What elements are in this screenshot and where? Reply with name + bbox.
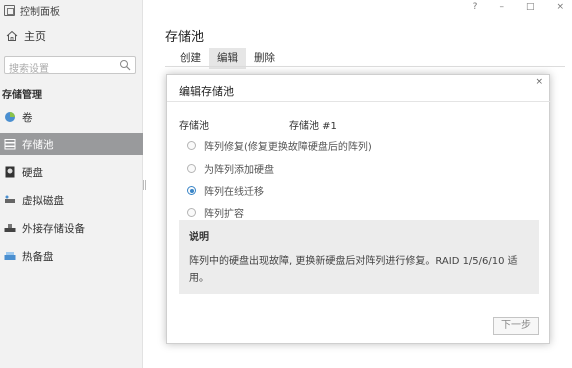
radio-button-checked[interactable] <box>187 186 196 195</box>
home-link[interactable]: 主页 <box>6 28 46 44</box>
control-panel-icon <box>4 4 15 16</box>
sidebar-item-label: 存储池 <box>22 138 54 151</box>
description-line: 用。 <box>189 273 209 284</box>
home-label: 主页 <box>24 30 46 43</box>
option-label: 为阵列添加硬盘 <box>204 165 274 176</box>
sidebar-item-label: 虚拟磁盘 <box>22 194 64 207</box>
storage-pool-icon <box>4 139 16 150</box>
pool-value: 存储池 #1 <box>289 121 337 132</box>
window-title-label: 控制面板 <box>20 6 60 18</box>
virtual-disk-icon <box>5 195 15 203</box>
sidebar-resize-handle[interactable] <box>143 180 146 190</box>
page-title: 存储池 <box>165 30 205 45</box>
radio-button[interactable] <box>187 164 196 173</box>
next-button[interactable]: 下一步 <box>493 317 539 335</box>
hdd-icon <box>5 166 15 178</box>
section-title: 存储管理 <box>2 90 42 101</box>
description-text: 阵列中的硬盘出现故障, 更换新硬盘后对阵列进行修复。RAID 1/5/6/10 … <box>189 253 529 287</box>
window-controls: ? – □ × <box>473 2 564 12</box>
sidebar-item-external-storage[interactable]: 外接存储设备 <box>0 217 143 239</box>
description-panel: 说明 阵列中的硬盘出现故障, 更换新硬盘后对阵列进行修复。RAID 1/5/6/… <box>179 220 539 294</box>
search-box <box>4 56 136 78</box>
sidebar: 控制面板 主页 存储管理 卷 存储池 硬盘 <box>0 0 143 368</box>
option-label: 阵列扩容 <box>204 209 244 220</box>
search-input[interactable] <box>5 61 115 78</box>
search-icon[interactable] <box>119 59 131 71</box>
hot-spare-icon <box>4 252 16 260</box>
dialog-divider <box>167 101 551 102</box>
maximize-button[interactable]: □ <box>526 2 535 12</box>
window-title: 控制面板 <box>4 3 60 18</box>
sidebar-item-volume[interactable]: 卷 <box>0 106 143 128</box>
description-title: 说明 <box>189 232 209 243</box>
pool-label: 存储池 <box>179 121 209 132</box>
minimize-button[interactable]: – <box>499 2 504 12</box>
sidebar-item-hot-spare[interactable]: 热备盘 <box>0 245 143 267</box>
option-expand[interactable]: 阵列扩容 <box>187 205 244 220</box>
dialog-close-button[interactable]: × <box>535 77 543 87</box>
sidebar-item-label: 外接存储设备 <box>22 222 85 235</box>
close-button[interactable]: × <box>556 2 564 12</box>
sidebar-item-virtual-disk[interactable]: 虚拟磁盘 <box>0 189 143 211</box>
sidebar-item-hdd[interactable]: 硬盘 <box>0 161 143 183</box>
tab-divider <box>165 66 565 67</box>
help-button[interactable]: ? <box>473 2 478 12</box>
volume-icon <box>5 112 15 122</box>
description-line: 阵列中的硬盘出现故障, 更换新硬盘后对阵列进行修复。RAID 1/5/6/10 … <box>189 256 518 267</box>
sidebar-item-storage-pool[interactable]: 存储池 <box>0 133 143 155</box>
home-icon <box>6 30 18 41</box>
sidebar-item-label: 卷 <box>22 111 33 124</box>
option-array-repair[interactable]: 阵列修复(修复更换故障硬盘后的阵列) <box>187 138 372 153</box>
radio-button[interactable] <box>187 141 196 150</box>
external-storage-icon <box>4 224 16 232</box>
option-online-migration[interactable]: 阵列在线迁移 <box>187 183 264 198</box>
option-add-disk[interactable]: 为阵列添加硬盘 <box>187 161 274 176</box>
option-label: 阵列修复(修复更换故障硬盘后的阵列) <box>204 142 372 153</box>
edit-pool-dialog: × 编辑存储池 存储池 存储池 #1 阵列修复(修复更换故障硬盘后的阵列) 为阵… <box>166 74 551 344</box>
radio-button[interactable] <box>187 208 196 217</box>
sidebar-item-label: 热备盘 <box>22 250 54 263</box>
sidebar-item-label: 硬盘 <box>22 166 43 179</box>
option-label: 阵列在线迁移 <box>204 187 264 198</box>
dialog-title: 编辑存储池 <box>179 85 234 98</box>
